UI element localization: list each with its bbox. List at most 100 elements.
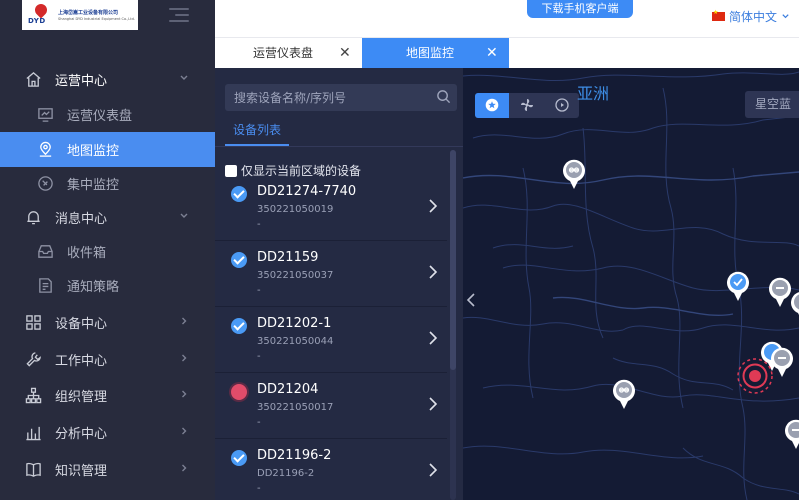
sidebar-item-dashboard[interactable]: 运营仪表盘 xyxy=(0,97,215,132)
device-row[interactable]: DD21274-7740 350221050019 - xyxy=(215,176,447,241)
layer-signal-button[interactable] xyxy=(545,93,579,118)
language-selector[interactable]: 简体中文 xyxy=(712,8,790,25)
device-list-panel: 搜索设备名称/序列号 设备列表 仅显示当前区域的设备 DD21274-7740 … xyxy=(215,68,463,500)
chevron-right-icon xyxy=(182,427,187,435)
chevron-right-icon[interactable] xyxy=(428,198,438,214)
status-alarm-icon xyxy=(231,384,247,400)
sidebar-item-label: 分析中心 xyxy=(55,427,108,442)
sidebar-item-analytics[interactable]: 分析中心 xyxy=(0,415,215,450)
wrench-icon xyxy=(26,352,41,367)
device-row[interactable]: DD21202-1 350221050044 - xyxy=(215,308,447,373)
map-view[interactable]: 亚洲 星空蓝 xyxy=(463,68,799,500)
sidebar-item-inbox[interactable]: 收件箱 xyxy=(0,234,215,269)
chevron-right-icon xyxy=(182,317,187,325)
status-ok-icon xyxy=(231,252,247,268)
org-chart-icon xyxy=(25,387,42,404)
dashboard-icon xyxy=(38,108,53,122)
device-extra: - xyxy=(257,417,261,428)
map-marker-disabled-icon[interactable] xyxy=(783,418,799,450)
company-logo[interactable]: DYD 上海岱嵩工业设备有限公司 Shanghai DYD Industrial… xyxy=(22,0,138,30)
device-serial: 350221050044 xyxy=(257,336,334,347)
notice-policy-icon xyxy=(39,278,52,293)
page-tabs: 运营仪表盘 ✕ 地图监控 ✕ xyxy=(215,37,799,69)
search-icon[interactable] xyxy=(436,89,451,104)
sidebar-item-organization[interactable]: 组织管理 xyxy=(0,378,215,413)
map-marker-online-icon[interactable] xyxy=(725,270,751,302)
sidebar-item-label: 消息中心 xyxy=(55,212,108,227)
fan-icon xyxy=(521,99,533,111)
device-extra: - xyxy=(257,351,261,362)
compass-icon xyxy=(38,176,53,191)
chevron-down-icon xyxy=(180,213,188,218)
tab-label: 地图监控 xyxy=(406,46,455,60)
logo-mark: DYD xyxy=(28,1,54,27)
sidebar-item-knowledge[interactable]: 知识管理 xyxy=(0,452,215,487)
grid-icon xyxy=(26,315,41,330)
map-marker-offline-icon[interactable] xyxy=(611,378,637,410)
logo-company-name: 上海岱嵩工业设备有限公司 xyxy=(58,10,119,16)
search-placeholder: 搜索设备名称/序列号 xyxy=(234,91,347,105)
checkbox[interactable] xyxy=(225,164,237,177)
home-icon xyxy=(26,72,41,87)
sidebar-item-operations[interactable]: 运营中心 xyxy=(0,62,215,97)
sidebar-item-map-monitor[interactable]: 地图监控 xyxy=(0,132,215,167)
chevron-right-icon[interactable] xyxy=(428,330,438,346)
scrollbar-thumb[interactable] xyxy=(450,150,456,370)
chevron-down-icon xyxy=(782,14,789,19)
divider xyxy=(215,146,463,147)
sidebar-item-label: 组织管理 xyxy=(55,390,108,405)
signal-icon xyxy=(555,98,569,112)
sidebar-item-label: 工作中心 xyxy=(55,354,108,369)
tab-dashboard[interactable]: 运营仪表盘 ✕ xyxy=(215,38,362,69)
chevron-right-icon[interactable] xyxy=(428,396,438,412)
bell-icon xyxy=(27,211,40,225)
sidebar-item-notice-policy[interactable]: 通知策略 xyxy=(0,268,215,303)
device-serial: DD21196-2 xyxy=(257,468,315,479)
sidebar-item-work[interactable]: 工作中心 xyxy=(0,342,215,377)
map-marker-alarm-icon[interactable] xyxy=(735,356,775,396)
map-marker-offline-icon[interactable] xyxy=(561,158,587,190)
chevron-down-icon xyxy=(180,75,188,80)
chevron-right-icon[interactable] xyxy=(428,462,438,478)
device-name: DD21202-1 xyxy=(257,316,332,331)
sidebar-item-devices[interactable]: 设备中心 xyxy=(0,305,215,340)
map-style-selector[interactable]: 星空蓝 xyxy=(745,91,799,118)
close-icon[interactable]: ✕ xyxy=(339,38,351,68)
device-name: DD21196-2 xyxy=(257,448,332,463)
map-pin-icon xyxy=(39,141,52,157)
map-marker-offline-icon[interactable] xyxy=(789,290,799,322)
chevron-right-icon[interactable] xyxy=(428,264,438,280)
sidebar-item-label: 收件箱 xyxy=(67,246,107,261)
language-label: 简体中文 xyxy=(729,10,778,24)
sidebar-item-label: 设备中心 xyxy=(55,317,108,332)
device-serial: 350221050019 xyxy=(257,204,334,215)
device-name: DD21204 xyxy=(257,382,319,397)
sidebar-item-label: 运营中心 xyxy=(55,74,108,89)
bar-chart-icon xyxy=(26,426,41,441)
download-app-button[interactable]: 下载手机客户端 xyxy=(527,0,633,18)
map-layer-controls xyxy=(475,93,579,118)
layer-fan-button[interactable] xyxy=(510,93,544,118)
device-name: DD21274-7740 xyxy=(257,184,357,199)
sidebar-item-messages[interactable]: 消息中心 xyxy=(0,200,215,235)
china-flag-icon xyxy=(712,9,725,21)
sidebar-item-central-monitor[interactable]: 集中监控 xyxy=(0,166,215,201)
book-icon xyxy=(26,462,41,477)
collapse-panel-icon[interactable] xyxy=(466,292,476,308)
device-row[interactable]: DD21196-2 DD21196-2 - xyxy=(215,440,447,500)
menu-toggle-icon[interactable] xyxy=(169,8,189,22)
tab-map-monitor[interactable]: 地图监控 ✕ xyxy=(362,38,509,69)
status-ok-icon xyxy=(231,186,247,202)
star-icon xyxy=(485,98,499,112)
map-region-label: 亚洲 xyxy=(577,84,610,103)
status-ok-icon xyxy=(231,318,247,334)
device-row[interactable]: DD21159 350221050037 - xyxy=(215,242,447,307)
device-row[interactable]: DD21204 350221050017 - xyxy=(215,374,447,439)
status-ok-icon xyxy=(231,450,247,466)
inbox-icon xyxy=(38,245,53,258)
tab-device-list[interactable]: 设备列表 xyxy=(233,121,281,138)
layer-star-button[interactable] xyxy=(475,93,509,118)
close-icon[interactable]: ✕ xyxy=(486,38,498,68)
sidebar-item-label: 知识管理 xyxy=(55,464,108,479)
device-search-input[interactable]: 搜索设备名称/序列号 xyxy=(225,84,457,111)
